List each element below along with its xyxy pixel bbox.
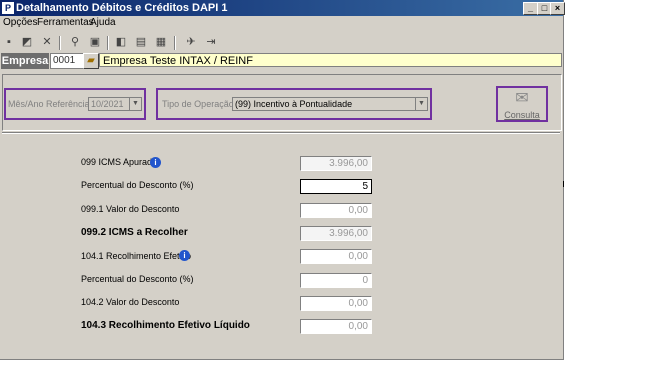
chevron-down-icon[interactable]: ▼	[129, 98, 141, 110]
minimize-button[interactable]: _	[523, 2, 538, 15]
empresa-code-input[interactable]: 0001	[50, 53, 84, 69]
toolbar: ▪ ◩ ✕ ⚲ ▣ ◧ ▤ ▦ ✈ ⇥	[0, 33, 563, 53]
ref-date-value: 10/2021	[91, 99, 124, 109]
info-icon[interactable]: i	[179, 250, 190, 261]
row-label-recolhimento-efetivo: 104.1 Recolhimento Efetivo	[81, 251, 192, 261]
info-icon[interactable]: i	[150, 157, 161, 168]
edge-mark	[563, 181, 564, 187]
menu-opcoes[interactable]: Opções	[3, 17, 37, 28]
toolbar-separator	[59, 36, 61, 50]
row-label-valor-desconto-2: 104.2 Valor do Desconto	[81, 297, 180, 307]
copy-icon[interactable]: ◧	[114, 35, 128, 49]
percentual-desconto-input[interactable]: 5	[300, 179, 372, 194]
folder-icon[interactable]: ▰	[83, 53, 99, 69]
empresa-label: Empresa	[1, 53, 49, 69]
percentual-desconto-2-field[interactable]: 0	[300, 273, 372, 288]
app-icon: P	[2, 2, 14, 14]
empresa-name-field: Empresa Teste INTAX / REINF	[99, 53, 562, 67]
operation-type-label: Tipo de Operação	[162, 99, 234, 109]
empresa-row: Empresa 0001 ▰ Empresa Teste INTAX / REI…	[0, 53, 563, 69]
new-icon[interactable]: ▪	[2, 35, 16, 49]
row-label-icms-apurado: 099 ICMS Apurado	[81, 157, 158, 167]
recolhimento-efetivo-field: 0,00	[300, 249, 372, 264]
menu-ferramentas[interactable]: Ferramentas	[37, 17, 94, 28]
main-window: P Detalhamento Débitos e Créditos DAPI 1…	[0, 0, 565, 360]
save-icon[interactable]: ▣	[88, 35, 102, 49]
toolbar-separator	[107, 36, 109, 50]
ref-date-label: Mês/Ano Referência	[8, 99, 90, 109]
close-button[interactable]: ×	[550, 2, 565, 15]
menu-ajuda[interactable]: Ajuda	[90, 17, 116, 28]
chevron-down-icon[interactable]: ▼	[415, 98, 427, 110]
row-label-recolhimento-liquido: 104.3 Recolhimento Efetivo Líquido	[81, 320, 250, 331]
ref-date-group: Mês/Ano Referência 10/2021 ▼	[4, 88, 146, 120]
toolbar-separator	[174, 36, 176, 50]
search-icon[interactable]: ⚲	[68, 35, 82, 49]
operation-type-select[interactable]: (99) Incentivo à Pontualidade ▼	[232, 97, 428, 111]
icms-apurado-field: 3.996,00	[300, 156, 372, 171]
recolhimento-liquido-field: 0,00	[300, 319, 372, 334]
report-icon[interactable]: ▦	[154, 35, 168, 49]
row-label-percentual-desconto: Percentual do Desconto (%)	[81, 180, 194, 190]
ref-date-select[interactable]: 10/2021 ▼	[88, 97, 142, 111]
operation-type-group: Tipo de Operação (99) Incentivo à Pontua…	[156, 88, 432, 120]
consulta-icon: ✉	[515, 90, 529, 107]
window-title: Detalhamento Débitos e Créditos DAPI 1	[16, 2, 228, 14]
exit-icon[interactable]: ⇥	[204, 35, 218, 49]
operation-type-value: (99) Incentivo à Pontualidade	[235, 99, 353, 109]
tools-icon[interactable]: ✈	[184, 35, 198, 49]
row-label-percentual-desconto-2: Percentual do Desconto (%)	[81, 274, 194, 284]
valor-desconto-field: 0,00	[300, 203, 372, 218]
consulta-button[interactable]: ✉ Consulta	[496, 86, 548, 122]
title-bar[interactable]: P Detalhamento Débitos e Créditos DAPI 1…	[0, 0, 565, 16]
menu-bar: Opções Ferramentas Ajuda	[0, 16, 563, 31]
row-label-icms-recolher: 099.2 ICMS a Recolher	[81, 227, 188, 238]
delete-icon[interactable]: ✕	[40, 35, 54, 49]
valor-desconto-2-field: 0,00	[300, 296, 372, 311]
edit-icon[interactable]: ◩	[20, 35, 34, 49]
print-icon[interactable]: ▤	[134, 35, 148, 49]
section-divider	[2, 132, 560, 134]
consulta-label: Consulta	[504, 110, 540, 120]
row-label-valor-desconto: 099.1 Valor do Desconto	[81, 204, 180, 214]
icms-recolher-field: 3.996,00	[300, 226, 372, 241]
